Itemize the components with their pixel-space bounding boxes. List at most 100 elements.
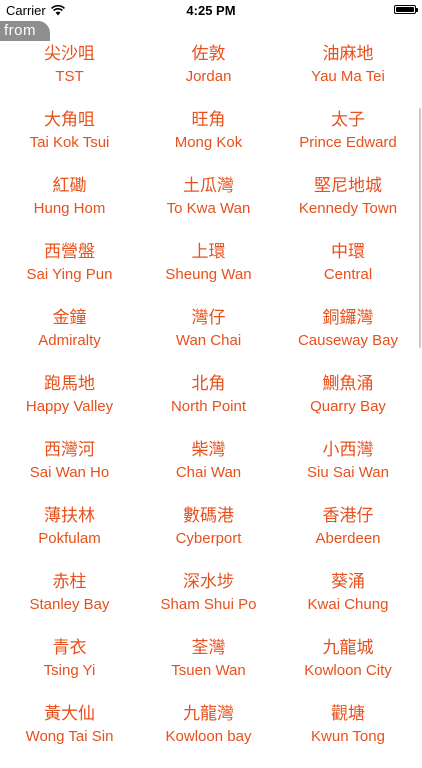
district-chinese-name: 灣仔 — [191, 308, 226, 328]
scroll-indicator[interactable] — [419, 108, 421, 348]
district-chinese-name: 紅磡 — [52, 176, 87, 196]
district-chinese-name: 旺角 — [191, 110, 226, 130]
district-chinese-name: 赤柱 — [52, 572, 87, 592]
district-grid: 尖沙咀 TST 佐敦 Jordan 油麻地 Yau Ma Tei 大角咀 Tai Kok Ts… — [0, 42, 418, 768]
district-chinese-name: 西營盤 — [44, 242, 95, 262]
district-english-name: Siu Sai Wan — [307, 464, 389, 481]
district-button[interactable]: 小西灣 Siu Sai Wan — [278, 438, 418, 504]
district-english-name: Causeway Bay — [297, 332, 399, 349]
district-english-name: Mong Kok — [174, 134, 243, 151]
district-chinese-name: 香港仔 — [322, 506, 374, 526]
district-button[interactable]: 九龍城 Kowloon City — [278, 636, 418, 702]
district-chinese-name: 油麻地 — [322, 44, 374, 64]
district-button[interactable]: 上環 Sheung Wan — [139, 240, 278, 306]
district-english-name: Kowloon City — [304, 662, 392, 679]
district-english-name: Kwun Tong — [311, 728, 385, 745]
district-english-name: Tsuen Wan — [171, 662, 246, 679]
district-button[interactable]: 青衣 Tsing Yi — [0, 636, 139, 702]
district-english-name: Sheung Wan — [165, 266, 252, 283]
district-chinese-name: 葵涌 — [331, 572, 365, 592]
district-english-name: Yau Ma Tei — [311, 68, 385, 85]
district-chinese-name: 數碼港 — [183, 506, 234, 526]
district-chinese-name: 土瓜灣 — [183, 176, 234, 196]
from-tab[interactable]: from — [0, 21, 50, 41]
district-button[interactable]: 旺角 Mong Kok — [139, 108, 278, 174]
district-button[interactable]: 中環 Central — [278, 240, 418, 306]
district-english-name: North Point — [170, 398, 247, 415]
clock: 4:25 PM — [186, 3, 236, 18]
district-button[interactable]: 堅尼地城 Kennedy Town — [278, 174, 418, 240]
district-button[interactable]: 鰂魚涌 Quarry Bay — [278, 372, 418, 438]
district-chinese-name: 堅尼地城 — [314, 176, 382, 196]
district-english-name: Tsing Yi — [43, 662, 96, 679]
district-chinese-name: 青衣 — [52, 638, 87, 658]
district-english-name: Sai Ying Pun — [26, 266, 113, 283]
district-english-name: Sham Shui Po — [160, 596, 257, 613]
district-button[interactable]: 柴灣 Chai Wan — [139, 438, 278, 504]
district-button[interactable]: 薄扶林 Pokfulam — [0, 504, 139, 570]
district-button[interactable]: 赤柱 Stanley Bay — [0, 570, 139, 636]
district-button[interactable]: 西營盤 Sai Ying Pun — [0, 240, 139, 306]
district-chinese-name: 上環 — [191, 242, 226, 262]
district-chinese-name: 中環 — [331, 242, 365, 262]
district-chinese-name: 九龍城 — [322, 638, 374, 658]
district-chinese-name: 尖沙咀 — [44, 44, 95, 64]
district-button[interactable]: 土瓜灣 To Kwa Wan — [139, 174, 278, 240]
district-english-name: Kwai Chung — [307, 596, 389, 613]
district-chinese-name: 觀塘 — [331, 704, 365, 724]
district-button[interactable]: 尖沙咀 TST — [0, 42, 139, 108]
district-chinese-name: 大角咀 — [44, 110, 95, 130]
district-button[interactable]: 太子 Prince Edward — [278, 108, 418, 174]
district-english-name: Hung Hom — [33, 200, 106, 217]
district-english-name: Stanley Bay — [29, 596, 110, 613]
district-button[interactable]: 深水埗 Sham Shui Po — [139, 570, 278, 636]
district-button[interactable]: 葵涌 Kwai Chung — [278, 570, 418, 636]
district-chinese-name: 銅鑼灣 — [322, 308, 374, 328]
district-button[interactable]: 香港仔 Aberdeen — [278, 504, 418, 570]
district-button[interactable]: 北角 North Point — [139, 372, 278, 438]
district-button[interactable]: 大角咀 Tai Kok Tsui — [0, 108, 139, 174]
district-chinese-name: 北角 — [191, 374, 226, 394]
battery-icon — [394, 5, 418, 14]
district-chinese-name: 薄扶林 — [44, 506, 95, 526]
district-english-name: Quarry Bay — [310, 398, 386, 415]
district-english-name: Kowloon bay — [165, 728, 252, 745]
district-english-name: Tai Kok Tsui — [29, 134, 110, 151]
district-english-name: Prince Edward — [299, 134, 397, 151]
district-english-name: TST — [55, 68, 84, 85]
district-chinese-name: 柴灣 — [191, 440, 226, 460]
district-english-name: Cyberport — [175, 530, 242, 547]
status-bar: Carrier 4:25 PM — [0, 0, 422, 20]
district-english-name: Admiralty — [38, 332, 101, 349]
district-button[interactable]: 西灣河 Sai Wan Ho — [0, 438, 139, 504]
district-english-name: Kennedy Town — [298, 200, 398, 217]
district-english-name: Wan Chai — [175, 332, 242, 349]
district-button[interactable]: 黃大仙 Wong Tai Sin — [0, 702, 139, 768]
district-english-name: Chai Wan — [175, 464, 242, 481]
district-button[interactable]: 跑馬地 Happy Valley — [0, 372, 139, 438]
district-english-name: Aberdeen — [315, 530, 381, 547]
district-english-name: Sai Wan Ho — [29, 464, 110, 481]
district-button[interactable]: 銅鑼灣 Causeway Bay — [278, 306, 418, 372]
district-chinese-name: 佐敦 — [191, 44, 226, 64]
district-button[interactable]: 佐敦 Jordan — [139, 42, 278, 108]
district-chinese-name: 黃大仙 — [44, 704, 95, 724]
district-chinese-name: 鰂魚涌 — [322, 374, 374, 394]
district-button[interactable]: 灣仔 Wan Chai — [139, 306, 278, 372]
district-button[interactable]: 九龍灣 Kowloon bay — [139, 702, 278, 768]
district-chinese-name: 西灣河 — [44, 440, 95, 460]
district-english-name: Happy Valley — [25, 398, 114, 415]
district-english-name: To Kwa Wan — [166, 200, 251, 217]
district-button[interactable]: 荃灣 Tsuen Wan — [139, 636, 278, 702]
district-chinese-name: 金鐘 — [52, 308, 87, 328]
district-button[interactable]: 觀塘 Kwun Tong — [278, 702, 418, 768]
district-button[interactable]: 金鐘 Admiralty — [0, 306, 139, 372]
district-button[interactable]: 油麻地 Yau Ma Tei — [278, 42, 418, 108]
district-chinese-name: 太子 — [331, 110, 365, 130]
district-english-name: Jordan — [185, 68, 232, 85]
district-button[interactable]: 數碼港 Cyberport — [139, 504, 278, 570]
district-chinese-name: 荃灣 — [191, 638, 226, 658]
district-button[interactable]: 紅磡 Hung Hom — [0, 174, 139, 240]
district-english-name: Central — [323, 266, 373, 283]
district-chinese-name: 深水埗 — [183, 572, 234, 592]
